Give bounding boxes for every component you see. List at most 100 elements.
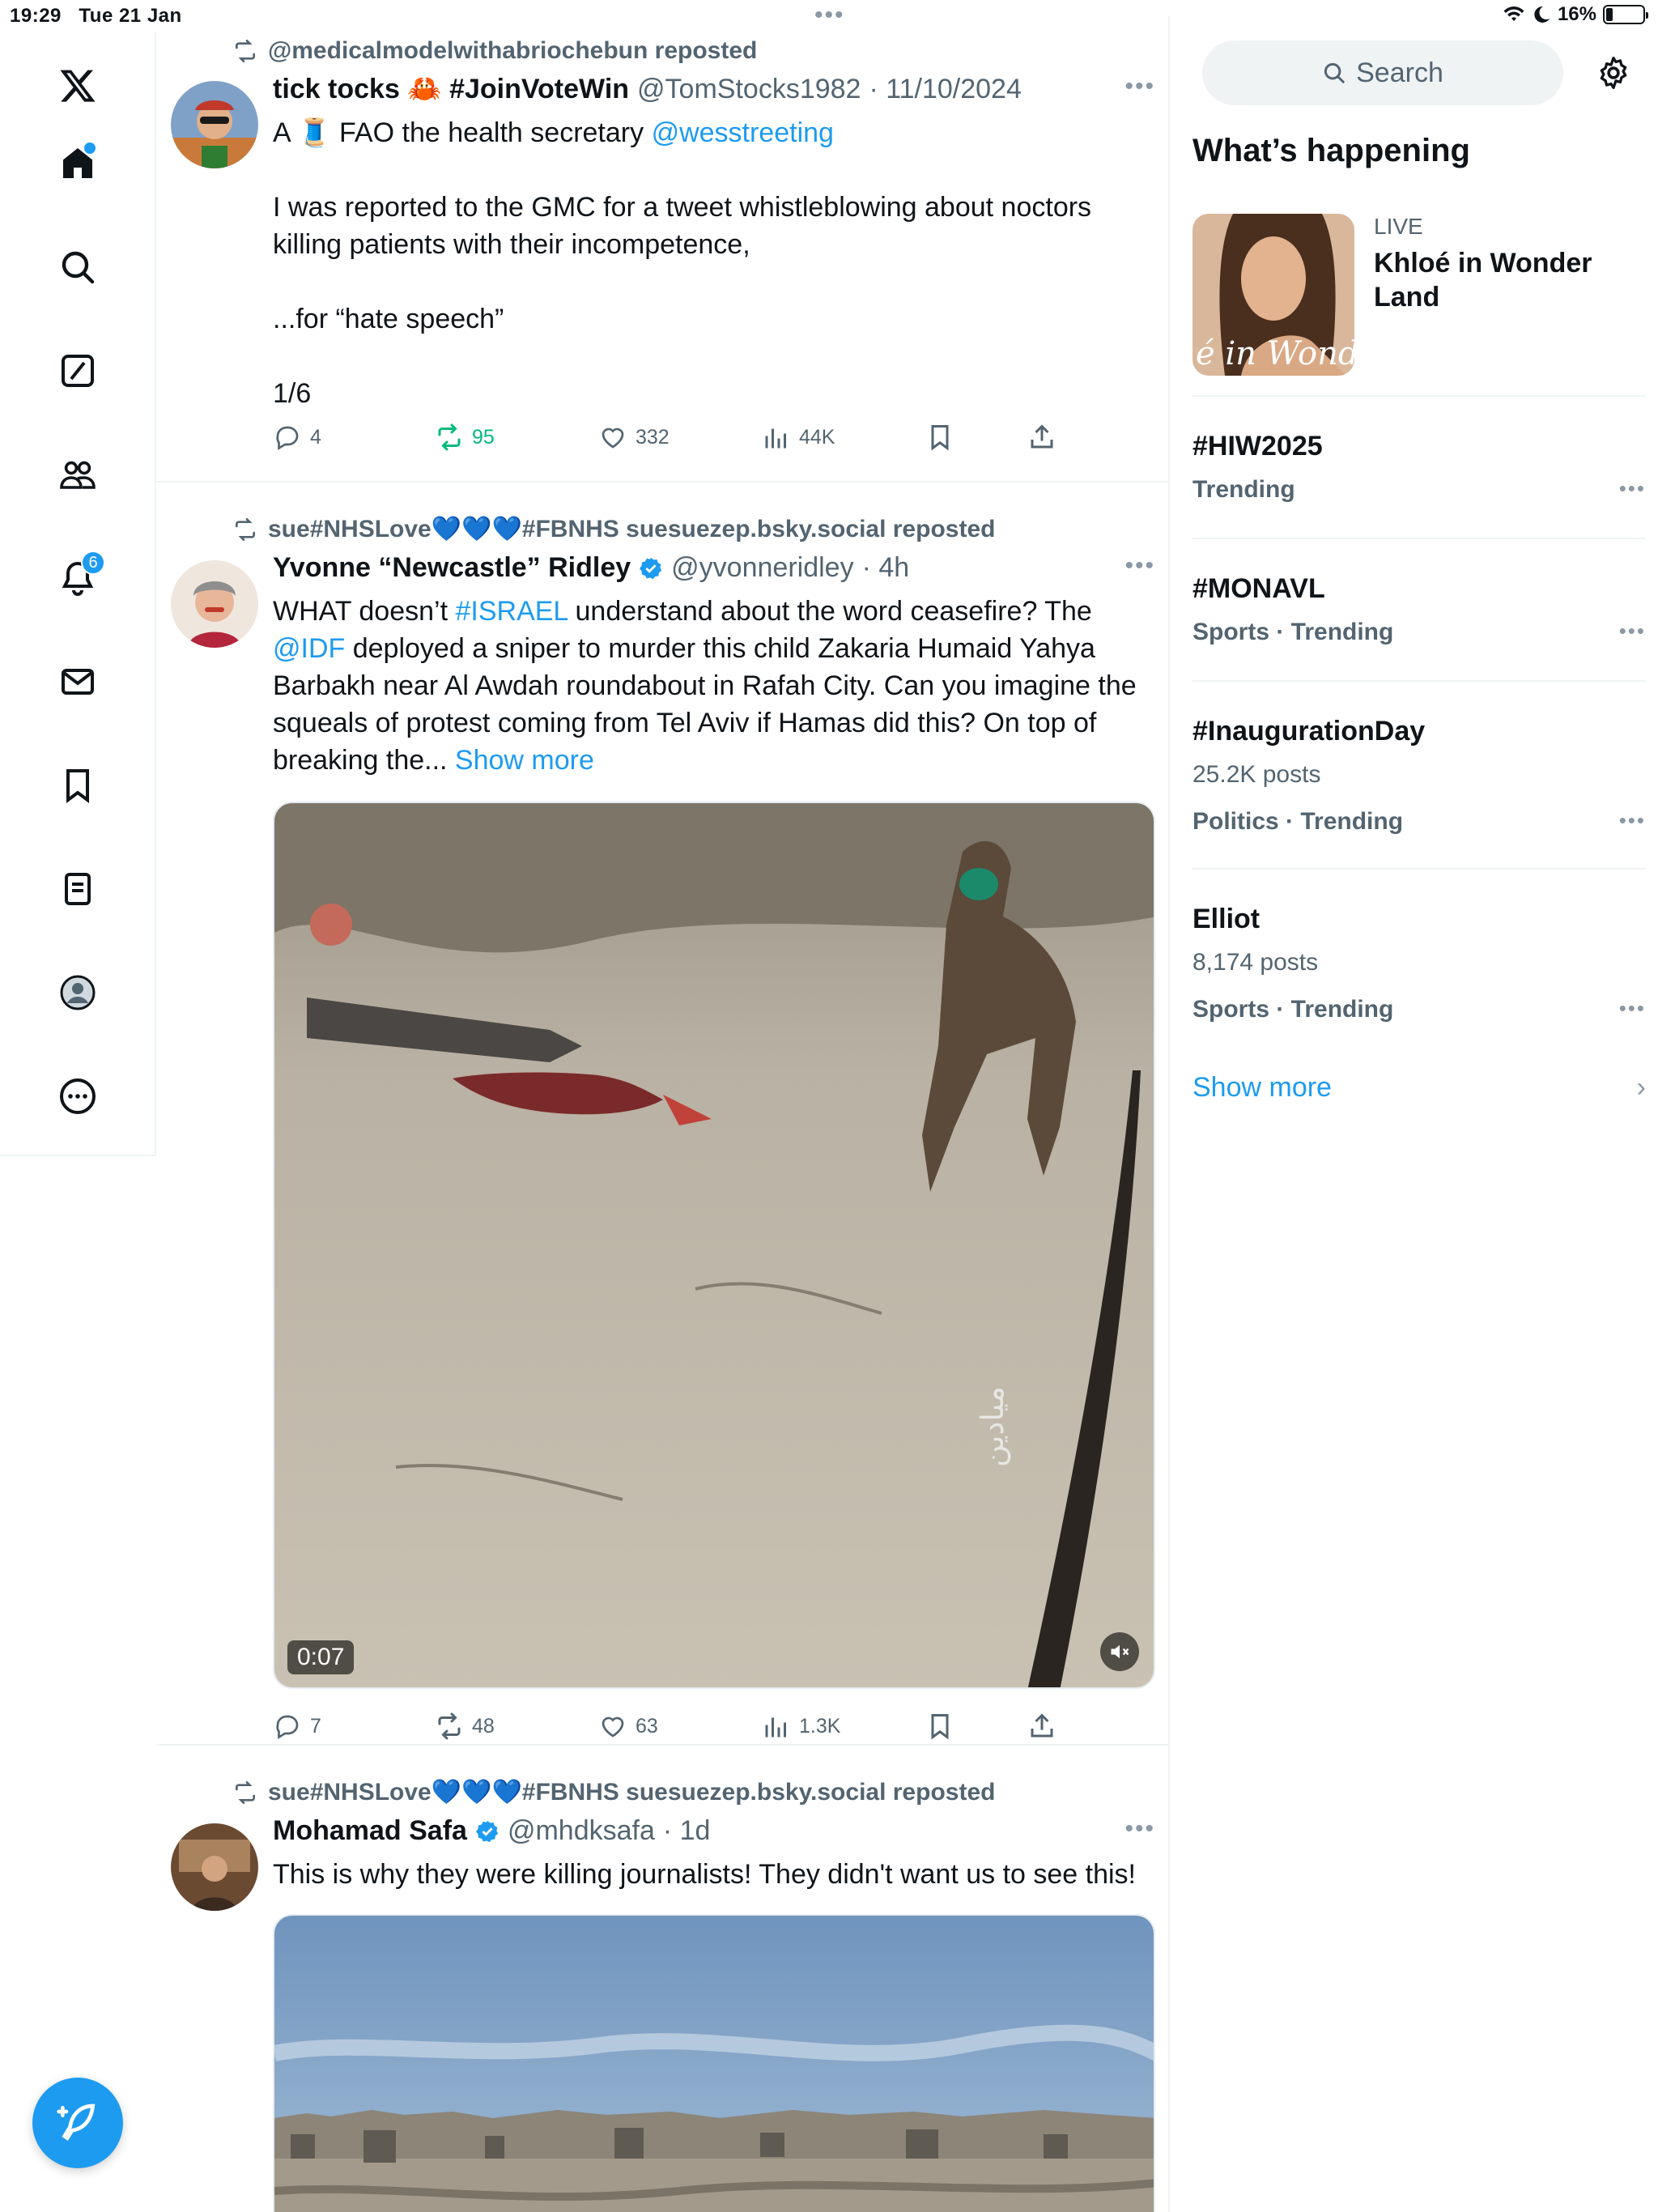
share-button[interactable] <box>1027 423 1056 452</box>
tweet-header: tick tocks 🦀 #JoinVoteWin @TomStocks1982… <box>273 73 1022 105</box>
reply-count: 7 <box>310 1714 321 1738</box>
mention-link[interactable]: @IDF <box>273 633 345 664</box>
author-name[interactable]: Mohamad Safa <box>273 1815 467 1847</box>
repost-button[interactable]: 48 <box>435 1712 495 1741</box>
trend-category: Politics · Trending <box>1192 808 1404 835</box>
muted-speaker-icon <box>1111 1644 1129 1659</box>
mention-link[interactable]: @wesstreeting <box>652 117 834 148</box>
tweet-time[interactable]: · 1d <box>663 1815 711 1847</box>
views-button[interactable]: 1.3K <box>762 1712 840 1741</box>
repost-button[interactable]: 95 <box>435 423 495 452</box>
reply-count: 4 <box>310 425 321 449</box>
timeline-feed[interactable]: @medicalmodelwithabriochebun reposted ti… <box>156 16 1170 2212</box>
trend-category: Sports · Trending <box>1192 996 1394 1023</box>
messages-icon[interactable] <box>39 643 117 721</box>
trend-name: #MONAVL <box>1192 573 1325 604</box>
home-icon[interactable] <box>39 125 117 202</box>
whats-happening-title: What’s happening <box>1192 133 1470 168</box>
search-icon[interactable] <box>39 228 117 306</box>
lists-icon[interactable] <box>39 850 117 928</box>
share-button[interactable] <box>1027 1712 1056 1741</box>
analytics-icon <box>765 1717 786 1738</box>
trend-more-icon[interactable]: ••• <box>1619 996 1646 1021</box>
communities-icon[interactable] <box>39 436 117 513</box>
profile-icon[interactable] <box>39 954 117 1032</box>
show-more-link[interactable]: Show more <box>455 745 594 776</box>
tweet-image[interactable] <box>273 1914 1155 2212</box>
author-handle[interactable]: @mhdksafa <box>508 1815 655 1847</box>
analytics-icon <box>765 428 786 449</box>
tweet-time[interactable]: · 11/10/2024 <box>869 74 1021 105</box>
like-button[interactable]: 63 <box>598 1712 658 1741</box>
x-logo-icon[interactable] <box>39 47 117 125</box>
home-unread-dot <box>84 143 96 154</box>
tweet[interactable]: sue#NHSLove💙💙💙#FBNHS suesuezep.bsky.soci… <box>156 483 1168 1746</box>
bookmark-button[interactable] <box>925 423 954 452</box>
tweet-text[interactable]: This is why they were killing journalist… <box>273 1856 1155 1893</box>
video-duration: 0:07 <box>287 1640 355 1674</box>
trend-more-icon[interactable]: ••• <box>1619 476 1646 501</box>
bookmark-icon <box>931 425 949 451</box>
bookmarks-icon[interactable] <box>39 747 117 824</box>
status-indicators: 16% <box>1503 3 1648 26</box>
trend-item[interactable]: Elliot 8,174 posts Sports · Trending ••• <box>1192 868 1646 1056</box>
like-button[interactable]: 332 <box>598 423 670 452</box>
avatar[interactable] <box>171 560 258 648</box>
hashtag-link[interactable]: #ISRAEL <box>455 596 568 627</box>
tweet[interactable]: @medicalmodelwithabriochebun reposted ti… <box>156 16 1168 483</box>
live-image-caption: é in Wonder L <box>1196 335 1354 372</box>
search-icon <box>1324 62 1345 83</box>
repost-count: 48 <box>472 1714 495 1738</box>
trend-more-icon[interactable]: ••• <box>1619 619 1646 644</box>
image-rubble-city <box>274 1916 1154 2212</box>
trend-item[interactable]: #HIW2025 Trending ••• <box>1192 395 1646 538</box>
trend-item[interactable]: #InaugurationDay 25.2K posts Politics · … <box>1192 680 1646 868</box>
repost-indicator: @medicalmodelwithabriochebun reposted <box>232 37 757 65</box>
author-handle[interactable]: @yvonneridley <box>671 552 853 584</box>
heart-icon <box>602 1716 624 1738</box>
reply-icon <box>276 1715 299 1739</box>
reply-button[interactable]: 7 <box>273 1712 321 1741</box>
tweet-time[interactable]: · 4h <box>862 552 910 584</box>
bookmark-button[interactable] <box>925 1712 954 1741</box>
trend-name: #HIW2025 <box>1192 431 1323 462</box>
author-name[interactable]: Yvonne “Newcastle” Ridley <box>273 552 631 584</box>
tweet[interactable]: sue#NHSLove💙💙💙#FBNHS suesuezep.bsky.soci… <box>156 1746 1168 2212</box>
tweet-text[interactable]: A 🧵 FAO the health secretary @wesstreeti… <box>273 114 1155 412</box>
wifi-icon <box>1503 6 1524 21</box>
notifications-bell-icon[interactable]: 6 <box>39 539 117 617</box>
like-count: 63 <box>636 1714 658 1738</box>
author-handle[interactable]: @TomStocks1982 <box>637 74 861 105</box>
trends-show-more-link[interactable]: Show more › <box>1192 1072 1646 1104</box>
search-field[interactable]: Search <box>1202 40 1563 105</box>
live-event-card[interactable]: é in Wonder L LIVE Khloé in Wonder Land <box>1192 214 1646 376</box>
chevron-right-icon: › <box>1636 1072 1646 1103</box>
view-count: 1.3K <box>799 1714 841 1738</box>
mute-button[interactable] <box>1100 1632 1139 1671</box>
left-navigation: 6 <box>0 32 156 1156</box>
trend-more-icon[interactable]: ••• <box>1619 808 1646 833</box>
reply-button[interactable]: 4 <box>273 423 321 452</box>
trend-item[interactable]: #MONAVL Sports · Trending ••• <box>1192 538 1646 680</box>
verified-badge-icon <box>475 1820 499 1842</box>
repost-count: 95 <box>472 425 495 449</box>
compose-post-button[interactable] <box>32 2078 123 2168</box>
tweet-video[interactable]: ميادين 0:07 <box>273 802 1155 1689</box>
settings-gear-icon[interactable] <box>1589 49 1638 97</box>
notifications-badge: 6 <box>81 551 105 575</box>
trend-post-count: 25.2K posts <box>1192 761 1321 788</box>
avatar[interactable] <box>171 1823 258 1911</box>
search-placeholder: Search <box>1356 57 1443 88</box>
more-menu-icon[interactable] <box>39 1057 117 1135</box>
tweet-text[interactable]: WHAT doesn’t #ISRAEL understand about th… <box>273 593 1155 779</box>
right-sidebar: Search What’s happening é in Wonder L LI… <box>1171 32 1658 2212</box>
tweet-more-icon[interactable]: ••• <box>1124 1815 1155 1843</box>
avatar[interactable] <box>171 81 258 168</box>
grok-icon[interactable] <box>39 332 117 410</box>
heart-icon <box>602 428 624 449</box>
author-name[interactable]: tick tocks 🦀 #JoinVoteWin <box>273 73 629 105</box>
tweet-more-icon[interactable]: ••• <box>1124 552 1155 580</box>
views-button[interactable]: 44K <box>762 423 835 452</box>
repost-icon <box>236 1780 255 1804</box>
tweet-more-icon[interactable]: ••• <box>1124 73 1155 100</box>
